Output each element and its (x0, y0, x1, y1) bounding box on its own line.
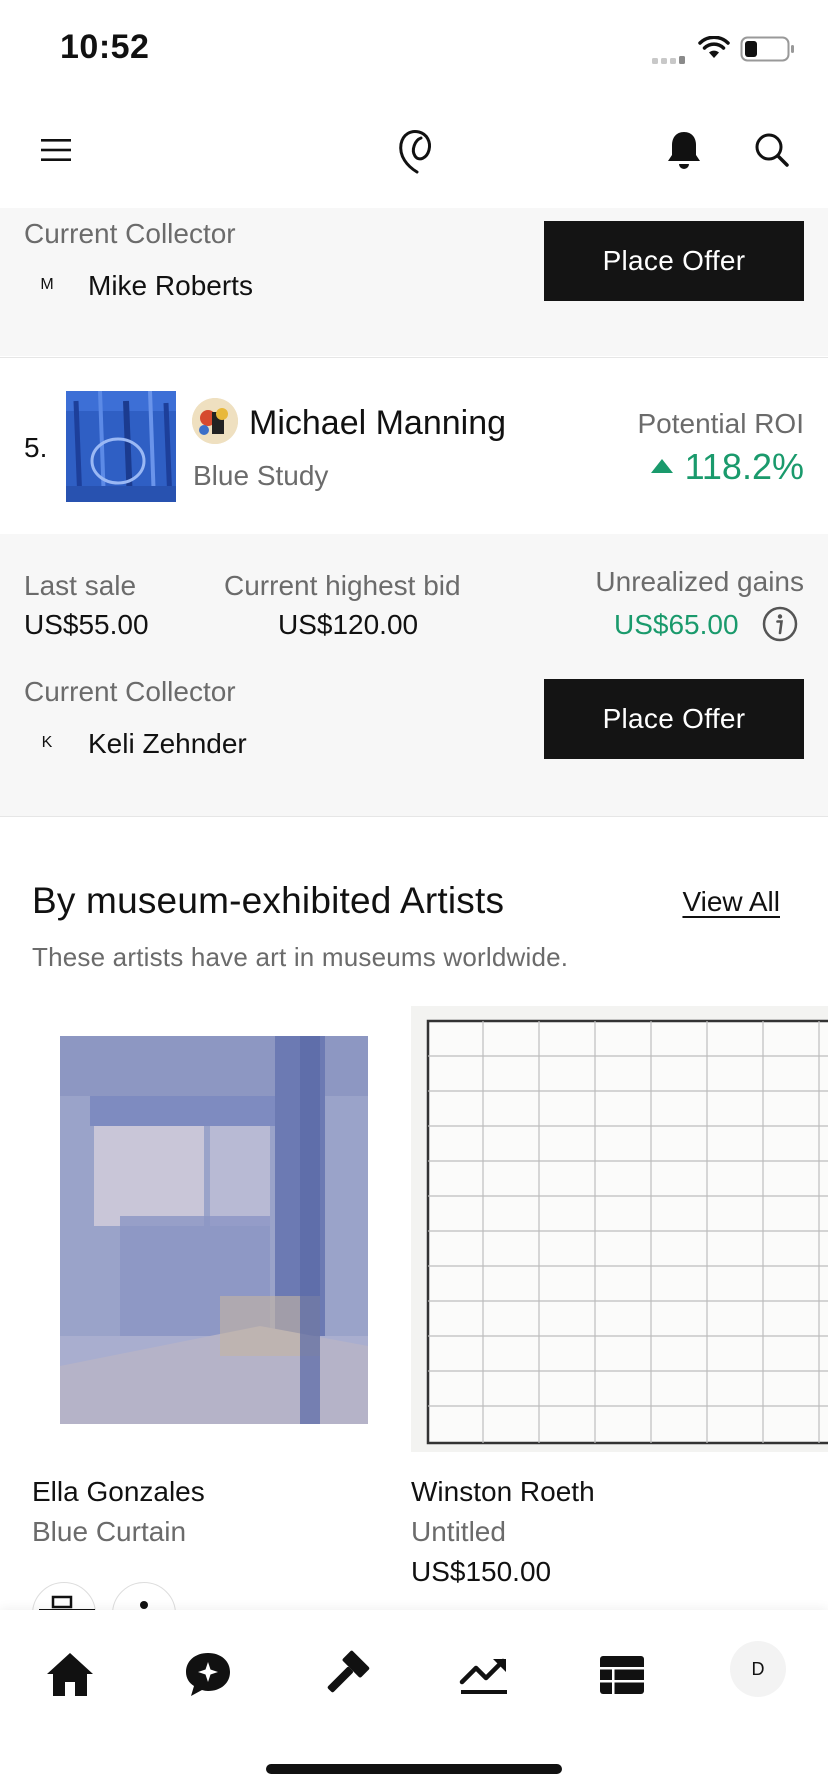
home-icon[interactable] (40, 1648, 100, 1700)
collector-avatar[interactable]: M (27, 276, 67, 294)
artwork-title[interactable]: Blue Study (193, 460, 328, 492)
collector-avatar[interactable]: K (27, 734, 67, 752)
highest-bid-label: Current highest bid (224, 570, 461, 601)
unrealized-gains-value: US$65.00 (614, 609, 739, 640)
search-icon[interactable] (752, 130, 792, 170)
status-time: 10:52 (60, 28, 150, 66)
artwork-thumbnail[interactable] (66, 391, 176, 502)
current-collector-label: Current Collector (24, 218, 236, 249)
place-offer-button[interactable]: Place Offer (544, 221, 804, 301)
highest-bid-value: US$120.00 (278, 609, 419, 640)
collector-name[interactable]: Mike Roberts (88, 270, 253, 302)
collector-name[interactable]: Keli Zehnder (88, 728, 247, 760)
section-title: By museum-exhibited Artists (32, 880, 505, 921)
divider (0, 816, 828, 817)
menu-icon[interactable] (36, 130, 76, 170)
list-icon[interactable] (592, 1648, 652, 1700)
artist-name[interactable]: Michael Manning (249, 404, 506, 443)
wifi-icon (698, 35, 730, 65)
artwork-image[interactable] (411, 1006, 828, 1452)
artwork-artist-name[interactable]: Winston Roeth (411, 1476, 595, 1508)
place-offer-button[interactable]: Place Offer (544, 679, 804, 759)
gavel-icon[interactable] (316, 1648, 376, 1700)
cellular-signal-icon (652, 52, 690, 64)
trend-icon[interactable] (454, 1648, 514, 1700)
view-all-link[interactable]: View All (682, 886, 780, 918)
logo-icon[interactable] (390, 124, 440, 178)
home-indicator (266, 1764, 562, 1774)
roi-up-arrow-icon (650, 458, 674, 479)
last-sale-label: Last sale (24, 570, 137, 601)
section-subtitle: These artists have art in museums worldw… (32, 942, 569, 972)
artwork-title[interactable]: Untitled (411, 1516, 506, 1548)
artist-avatar[interactable] (192, 398, 238, 444)
unrealized-gains-label: Unrealized gains (595, 566, 804, 597)
battery-icon (740, 36, 796, 67)
chat-sparkle-icon[interactable] (178, 1648, 238, 1700)
potential-roi-value: 118.2% (684, 446, 804, 487)
artwork-artist-name[interactable]: Ella Gonzales (32, 1476, 205, 1508)
ranking-number: 5. (24, 432, 48, 463)
artwork-title[interactable]: Blue Curtain (32, 1516, 186, 1548)
current-collector-label: Current Collector (24, 676, 236, 707)
profile-avatar[interactable]: D (730, 1641, 786, 1697)
artwork-price: US$150.00 (411, 1556, 552, 1587)
info-icon[interactable] (762, 606, 798, 647)
artwork-image[interactable] (60, 1036, 368, 1424)
last-sale-value: US$55.00 (24, 609, 149, 640)
potential-roi-label: Potential ROI (637, 408, 804, 439)
bell-icon[interactable] (664, 128, 704, 172)
divider (0, 357, 828, 358)
